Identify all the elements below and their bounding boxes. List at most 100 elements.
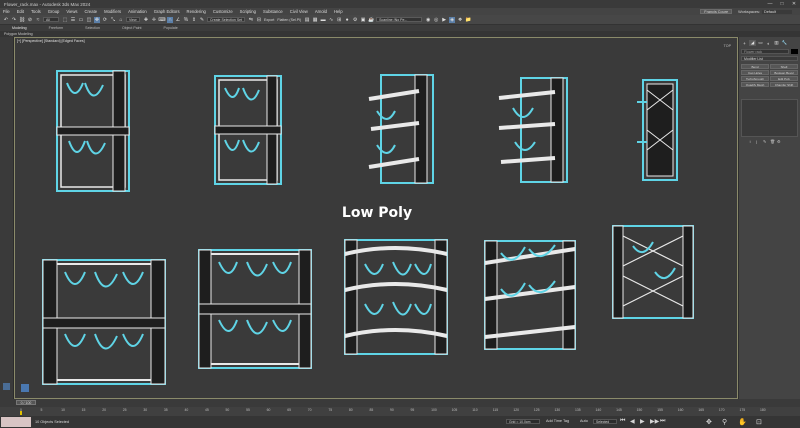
render-iterative-icon[interactable]: ◎ <box>433 17 439 23</box>
go-to-end-icon[interactable]: ⏭ <box>660 418 667 425</box>
menu-scripting[interactable]: Scripting <box>240 9 256 14</box>
tab-selection[interactable]: Selection <box>85 26 100 30</box>
menu-modifiers[interactable]: Modifiers <box>104 9 121 14</box>
create-tab-icon[interactable]: + <box>741 40 748 46</box>
menu-graph-editors[interactable]: Graph Editors <box>154 9 180 14</box>
pivot-center-icon[interactable]: ✚ <box>143 17 149 23</box>
spinner-snap-icon[interactable]: ⇕ <box>191 17 197 23</box>
display-tab-icon[interactable]: ▥ <box>773 40 780 46</box>
menu-group[interactable]: Group <box>48 9 60 14</box>
angle-snap-icon[interactable]: ∠ <box>175 17 181 23</box>
select-by-name-icon[interactable]: ☰ <box>70 17 76 23</box>
remove-modifier-icon[interactable]: 🗑 <box>770 139 775 144</box>
menu-arnold[interactable]: Arnold <box>315 9 327 14</box>
minimize-button[interactable]: — <box>764 1 776 7</box>
polygon-modeling-label[interactable]: Polygon Modeling <box>4 32 33 36</box>
add-time-tag-button[interactable]: Add Time Tag <box>546 419 569 423</box>
undo-icon[interactable]: ↶ <box>3 17 9 23</box>
select-scale-icon[interactable]: ⤡ <box>110 17 116 23</box>
keyboard-shortcut-icon[interactable]: ⌨ <box>158 17 165 23</box>
select-move-icon[interactable]: ✥ <box>94 16 100 23</box>
next-frame-icon[interactable]: ▶▶ <box>650 418 659 425</box>
user-account-button[interactable]: Francis Coure <box>700 9 733 14</box>
menu-customize[interactable]: Customize <box>213 9 233 14</box>
utilities-tab-icon[interactable]: 🔧 <box>781 40 788 46</box>
pin-stack-icon[interactable]: ↕ <box>749 139 754 144</box>
quadify-mesh-button[interactable]: Quadify Mesh <box>741 82 769 87</box>
bind-space-warp-icon[interactable]: ≈ <box>35 17 41 23</box>
curve-editor-icon[interactable]: ∿ <box>328 17 334 23</box>
select-manipulate-icon[interactable]: ✛ <box>151 17 157 23</box>
maxscript-listener[interactable] <box>1 417 31 427</box>
project-folder-icon[interactable]: 📁 <box>465 17 471 23</box>
turbosmooth-button[interactable]: TurboSmooth <box>741 76 769 81</box>
menu-civil-view[interactable]: Civil View <box>290 9 308 14</box>
create-selection-set-dropdown[interactable]: Create Selection Set <box>207 16 245 23</box>
modifier-list-dropdown[interactable]: Modifier List <box>741 56 798 61</box>
percent-snap-icon[interactable]: % <box>183 17 189 23</box>
set-key-mode-dropdown[interactable]: Selected <box>593 419 617 424</box>
show-end-result-icon[interactable]: | <box>756 139 761 144</box>
time-slider-track[interactable]: 0 / 100 <box>0 399 800 407</box>
workspaces-dropdown[interactable]: Default <box>762 9 792 14</box>
play-icon[interactable]: ▶ <box>640 418 647 425</box>
time-slider[interactable]: 0 / 100 <box>16 400 36 405</box>
cap-holes-button[interactable]: Cap Holes <box>741 70 769 75</box>
tab-freeform[interactable]: Freeform <box>49 26 64 30</box>
make-unique-icon[interactable]: ✎ <box>763 139 768 144</box>
snaps-toggle-icon[interactable]: ∩ <box>167 16 173 23</box>
ribbon-toggle-icon[interactable]: ▬ <box>320 17 326 23</box>
link-icon[interactable]: ⛓ <box>19 17 25 23</box>
render-setup-icon[interactable]: ⚙ <box>352 17 358 23</box>
schematic-view-icon[interactable]: ⊞ <box>336 17 342 23</box>
tab-populate[interactable]: Populate <box>164 26 178 30</box>
pan-icon[interactable]: ✋ <box>738 418 747 426</box>
configure-sets-icon[interactable]: ⚙ <box>777 139 782 144</box>
orbit-icon[interactable]: ✥ <box>706 418 712 426</box>
asset-library-icon[interactable]: ❖ <box>457 17 463 23</box>
object-name-field[interactable]: Flower rack <box>741 49 789 54</box>
menu-views[interactable]: Views <box>66 9 77 14</box>
bend-button[interactable]: Bend <box>741 64 769 69</box>
select-rotate-icon[interactable]: ⟳ <box>102 17 108 23</box>
unlink-icon[interactable]: ⊘ <box>27 17 33 23</box>
render-shot-icon[interactable]: ▶ <box>441 17 447 23</box>
material-editor-icon[interactable]: ● <box>344 17 350 23</box>
align-icon[interactable]: ⊟ <box>256 17 262 23</box>
scene-explorer-icon[interactable]: ▤ <box>304 17 310 23</box>
edit-poly-button[interactable]: Edit Poly <box>770 76 798 81</box>
menu-edit[interactable]: Edit <box>17 9 24 14</box>
previous-frame-icon[interactable]: ◀ <box>630 418 637 425</box>
tab-object-paint[interactable]: Object Paint <box>122 26 142 30</box>
modify-tab-icon[interactable]: ◢ <box>749 40 756 46</box>
rendered-frame-window-icon[interactable]: ▣ <box>360 17 366 23</box>
perspective-viewport[interactable]: [+] [Perspective] [Standard] [Edged Face… <box>14 37 738 399</box>
select-object-icon[interactable]: ⬚ <box>62 17 68 23</box>
chamfer-shift-button[interactable]: Chamfer Shift <box>770 82 798 87</box>
selection-filter-dropdown[interactable]: All <box>43 16 59 23</box>
menu-animation[interactable]: Animation <box>128 9 147 14</box>
render-preset-dropdown[interactable]: Scanline (No Pe... <box>376 16 423 23</box>
motion-tab-icon[interactable]: ◐ <box>765 40 772 46</box>
go-to-start-icon[interactable]: ⏮ <box>620 418 627 425</box>
maximize-button[interactable]: □ <box>776 1 788 7</box>
window-crossing-icon[interactable]: ◫ <box>86 17 92 23</box>
zoom-icon[interactable]: ⚲ <box>722 418 727 426</box>
menu-tools[interactable]: Tools <box>31 9 41 14</box>
flatten-button[interactable]: Flatten (Sel.Pl) <box>277 18 301 22</box>
arnold-render-icon[interactable]: ◈ <box>449 16 456 23</box>
menu-file[interactable]: File <box>3 9 10 14</box>
export-label[interactable]: Export <box>264 18 274 22</box>
mirror-icon[interactable]: ⇋ <box>248 17 254 23</box>
tab-modeling[interactable]: Modeling <box>12 26 27 30</box>
menu-rendering[interactable]: Rendering <box>187 9 206 14</box>
close-button[interactable]: ✕ <box>788 1 800 7</box>
auto-key-button[interactable]: Auto <box>580 419 588 423</box>
object-color-swatch[interactable] <box>791 49 798 54</box>
shell-button[interactable]: Shell <box>770 64 798 69</box>
menu-help[interactable]: Help <box>334 9 343 14</box>
reference-coordinate-dropdown[interactable]: View <box>126 16 140 23</box>
menu-substance[interactable]: Substance <box>263 9 283 14</box>
menu-create[interactable]: Create <box>85 9 98 14</box>
viewport-layout-icon[interactable] <box>3 383 10 390</box>
